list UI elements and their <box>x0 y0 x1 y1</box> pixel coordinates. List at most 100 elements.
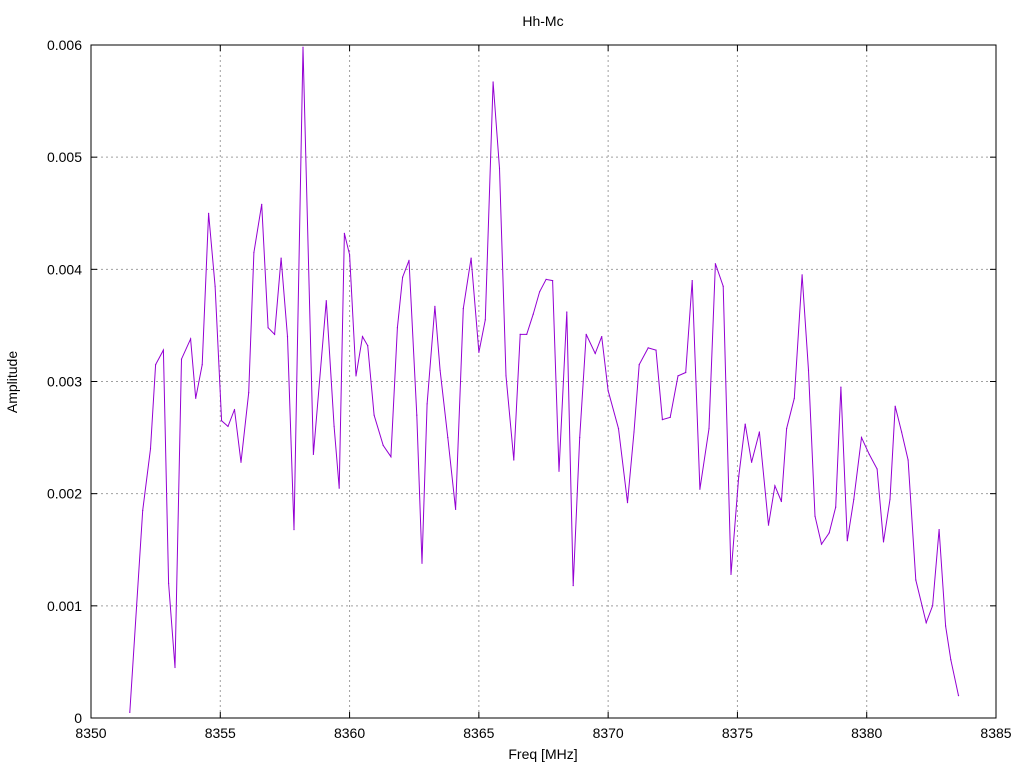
data-point <box>470 257 472 259</box>
data-point <box>155 364 157 366</box>
data-point <box>221 420 223 422</box>
y-tick-label: 0.001 <box>47 598 82 614</box>
data-point <box>552 280 554 282</box>
data-point <box>162 349 164 351</box>
data-point <box>142 509 144 512</box>
data-point <box>820 543 823 545</box>
data-point <box>860 437 863 439</box>
data-point <box>814 515 816 517</box>
data-point <box>338 487 340 489</box>
data-point <box>558 470 560 472</box>
y-tick-label: 0.002 <box>47 486 82 502</box>
y-tick-label: 0.005 <box>47 149 82 165</box>
data-point <box>233 408 236 411</box>
data-points <box>129 46 960 714</box>
y-axis-title: Amplitude <box>4 351 20 413</box>
data-point <box>907 459 909 461</box>
line-chart: 8350 8355 8360 8365 8370 8375 8380 8385 00.0010… <box>4 13 1012 762</box>
data-point <box>774 485 776 487</box>
data-point <box>601 336 603 338</box>
data-point <box>253 251 255 254</box>
data-point <box>408 259 410 261</box>
data-point <box>519 333 521 335</box>
data-point <box>617 428 620 430</box>
y-tick-label: 0 <box>74 710 82 726</box>
data-point <box>925 622 927 624</box>
data-point <box>691 280 693 282</box>
x-tick-label: 8365 <box>463 725 494 741</box>
data-point <box>835 506 837 508</box>
x-tick-label: 8360 <box>334 725 365 741</box>
data-point <box>882 541 885 543</box>
data-point <box>168 582 170 585</box>
x-axis-title: Freq [MHz] <box>508 746 577 762</box>
x-tick-label: 8355 <box>205 725 236 741</box>
data-point <box>894 405 896 407</box>
data-point <box>786 428 788 430</box>
data-point <box>744 423 746 425</box>
x-tick-label: 8380 <box>851 725 882 741</box>
data-point <box>526 333 528 335</box>
y-tick-labels: 0 0.001 0.002 0.003 0.004 0.005 0.006 <box>47 37 82 726</box>
data-point <box>840 386 842 388</box>
data-point <box>901 431 903 433</box>
data-point <box>532 313 534 315</box>
data-point <box>758 431 761 433</box>
x-tick-label: 8385 <box>980 725 1011 741</box>
data-point <box>129 711 131 714</box>
data-point <box>240 461 242 463</box>
data-point <box>286 336 289 338</box>
data-point <box>801 274 803 276</box>
data-point <box>915 579 917 581</box>
data-point <box>248 392 250 394</box>
data-point <box>780 500 783 503</box>
data-point <box>572 585 574 587</box>
data-point <box>426 403 428 405</box>
data-point <box>280 257 282 259</box>
data-point <box>722 285 724 287</box>
chart-title: Hh-Mc <box>522 13 563 29</box>
data-point <box>738 476 740 478</box>
data-point <box>868 453 870 455</box>
data-point <box>484 319 486 321</box>
grid-lines <box>91 45 996 718</box>
data-point <box>267 327 269 329</box>
data-point <box>416 414 418 416</box>
data-point <box>293 529 295 531</box>
data-point <box>312 453 314 455</box>
data-point <box>439 369 441 371</box>
x-tick-label: 8370 <box>593 725 624 741</box>
data-point <box>685 371 687 374</box>
data-point <box>190 338 192 340</box>
data-point <box>349 254 351 256</box>
data-point <box>889 498 891 500</box>
data-point <box>390 456 392 458</box>
data-point <box>498 167 501 169</box>
data-point <box>201 364 203 366</box>
data-point <box>633 431 635 433</box>
data-point <box>607 389 609 392</box>
data-point <box>566 311 568 313</box>
data-point <box>343 232 345 234</box>
data-point <box>647 347 649 349</box>
x-tick-label: 8350 <box>75 725 106 741</box>
data-point <box>462 308 464 310</box>
data-point <box>333 425 335 427</box>
data-point <box>767 524 770 526</box>
data-point <box>853 498 855 500</box>
data-point <box>638 364 640 366</box>
data-point <box>373 414 375 416</box>
data-point <box>945 625 947 627</box>
data-point <box>846 540 848 542</box>
data-point <box>545 278 547 280</box>
data-point <box>938 529 940 531</box>
data-point <box>274 333 276 335</box>
series-line <box>129 47 959 713</box>
data-point <box>208 212 210 214</box>
data-point <box>793 397 795 399</box>
data-point <box>751 461 753 463</box>
data-point <box>714 263 717 265</box>
data-point <box>626 502 629 504</box>
data-point <box>539 291 541 293</box>
data-point <box>594 352 596 355</box>
